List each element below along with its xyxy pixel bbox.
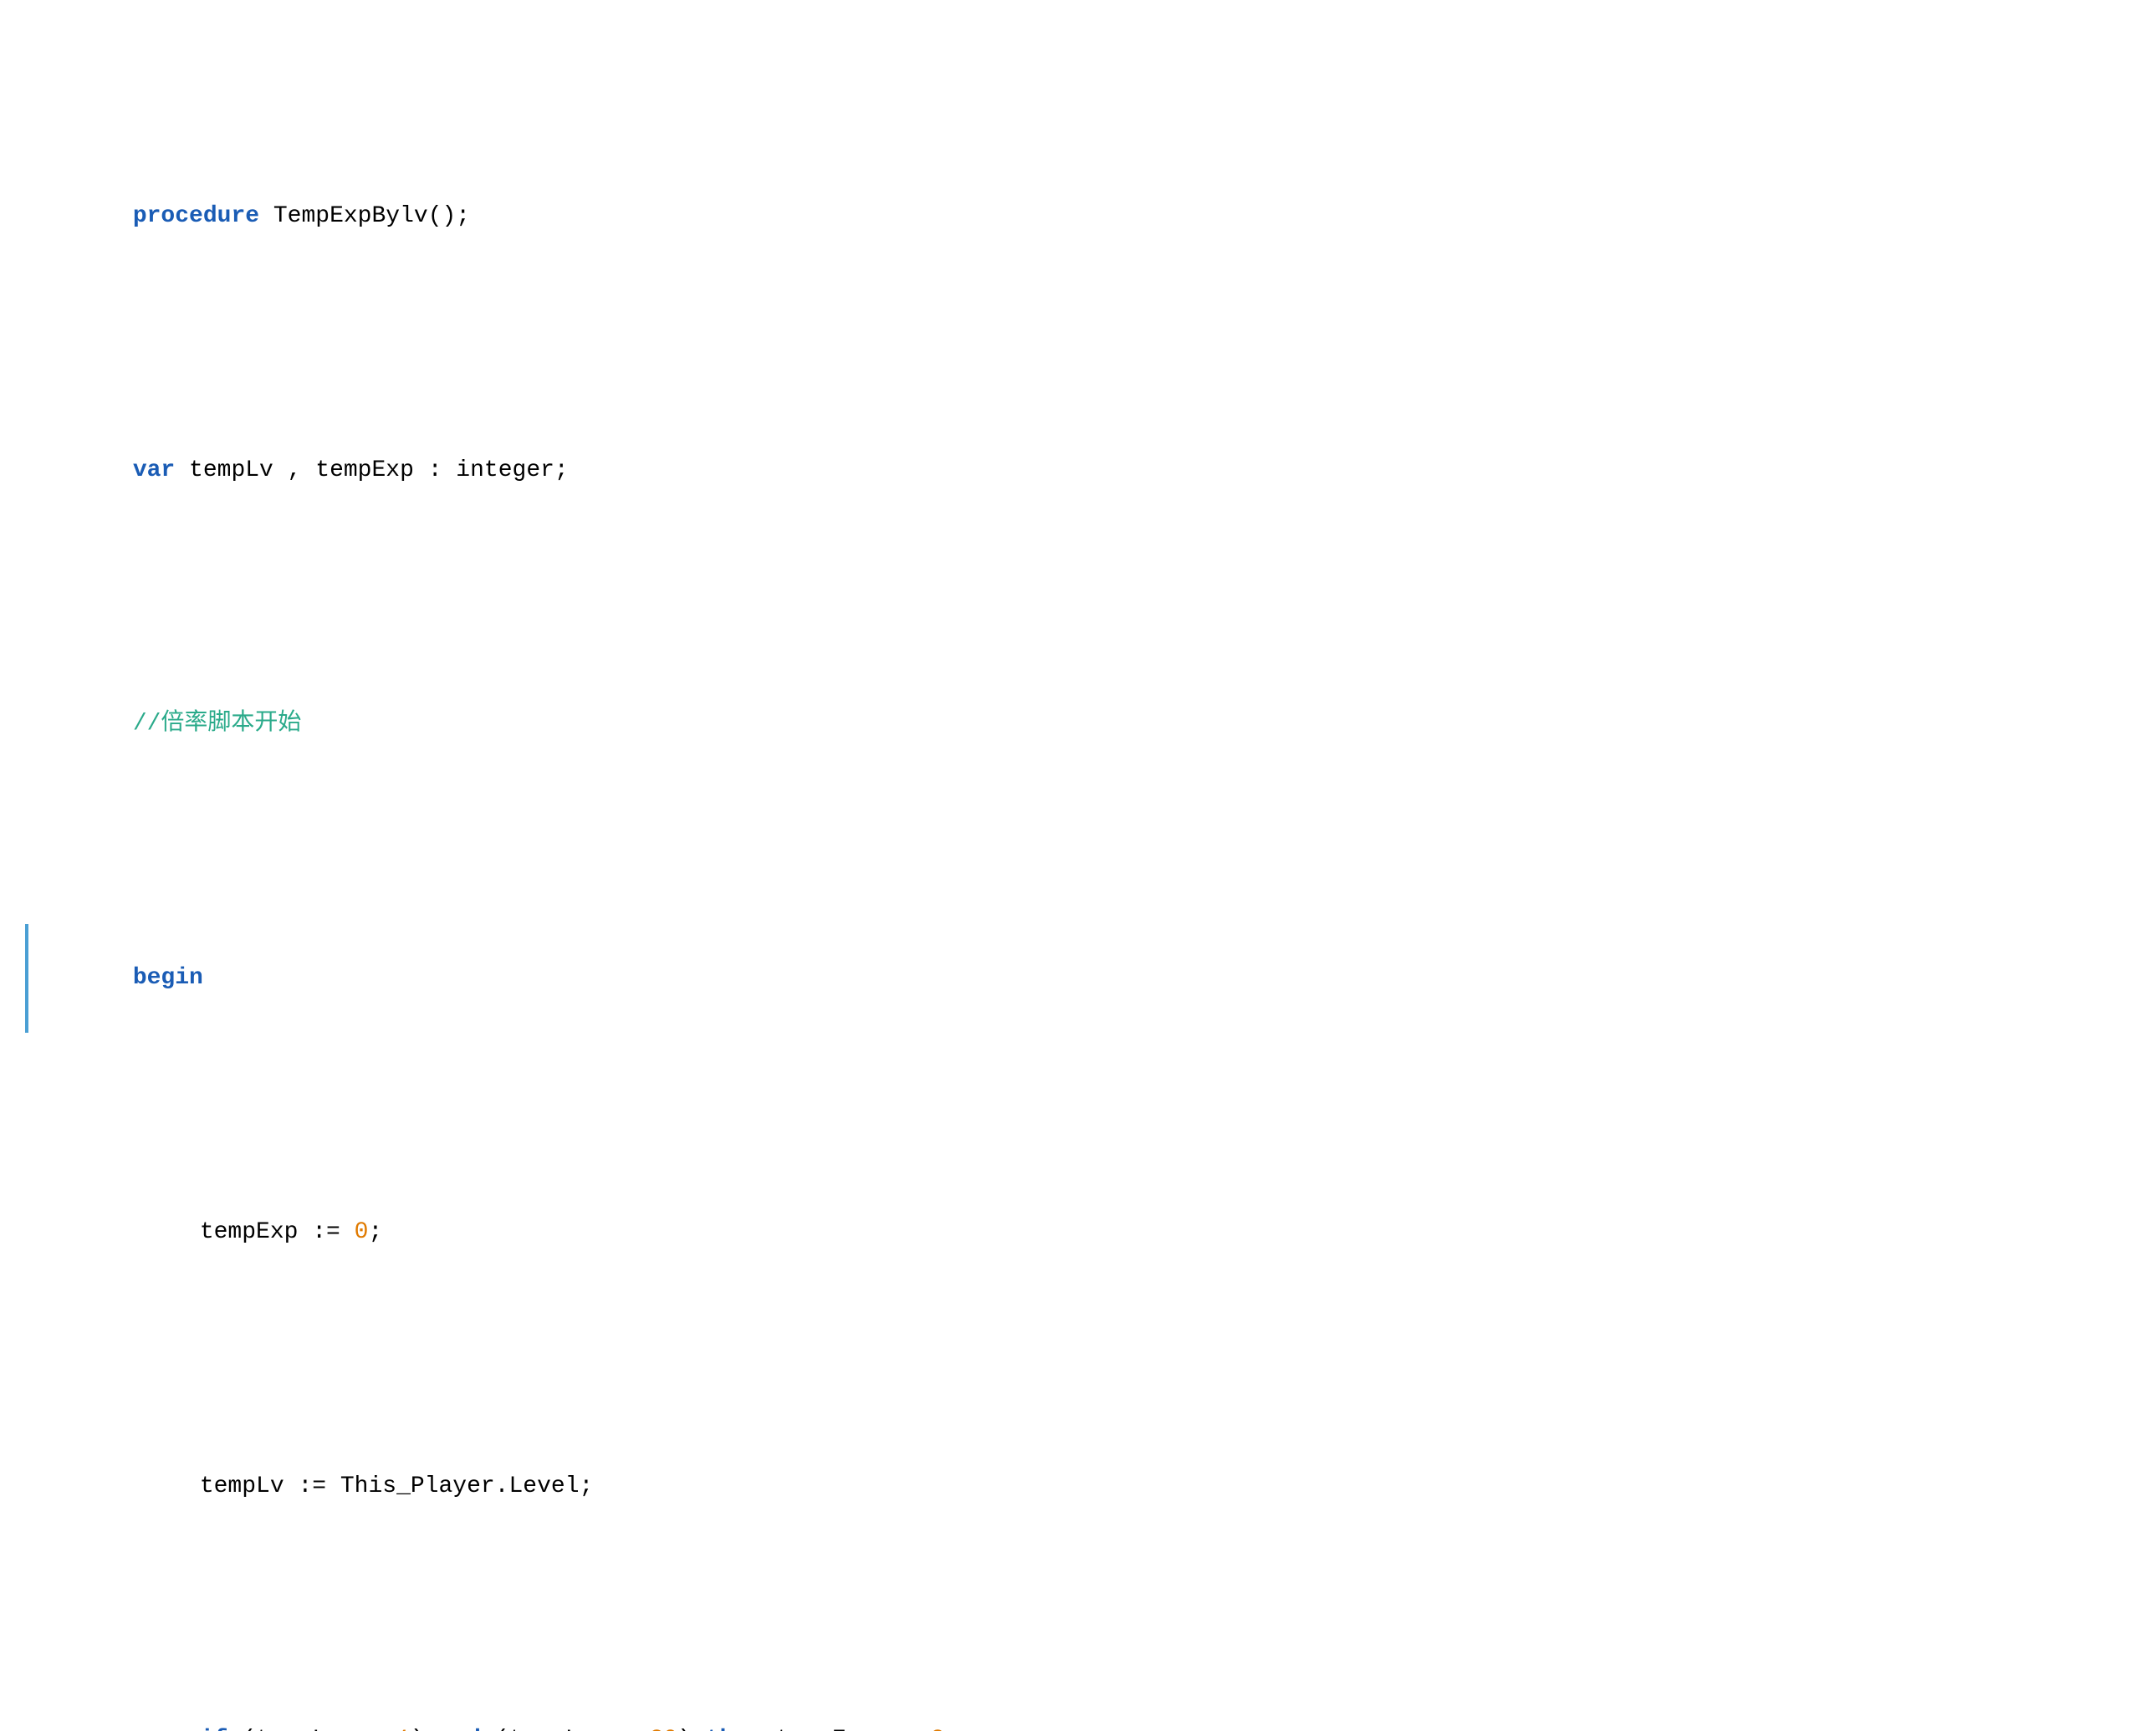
code-line-6: tempLv := This_Player.Level; (25, 1432, 2131, 1540)
line-2-content: var tempLv , tempExp : integer; (40, 416, 2131, 524)
keyword-and: and (439, 1727, 495, 1731)
code-line-3: //倍率脚本开始 (25, 670, 2131, 779)
gutter-4 (25, 924, 40, 1033)
line-4-content: begin (40, 924, 2131, 1033)
assign-templv: tempLv := This_Player.Level; (200, 1473, 593, 1499)
num-0: 0 (355, 1219, 369, 1245)
keyword-begin-outer: begin (133, 965, 203, 991)
code-editor: procedure TempExpBylv(); var tempLv , te… (25, 17, 2131, 1731)
keyword-then-1: then (706, 1727, 776, 1731)
code-line-4: begin (25, 924, 2131, 1033)
cond-open-2: (tempLv <= (495, 1727, 650, 1731)
func-parens: (); (428, 203, 470, 229)
keyword-procedure: procedure (133, 203, 273, 229)
assign-exp-2: tempExp := (776, 1727, 931, 1731)
code-line-7: if (tempLv >= 1) and (tempLv <= 39) then… (25, 1686, 2131, 1731)
cond-close-2: ) (677, 1727, 706, 1731)
func-name: TempExpBylv (273, 203, 428, 229)
semi-1: ; (368, 1219, 382, 1245)
line-1-content: procedure TempExpBylv(); (40, 162, 2131, 271)
keyword-if-1: if (200, 1727, 242, 1731)
line-7-content: if (tempLv >= 1) and (tempLv <= 39) then… (40, 1686, 2131, 1731)
num-39: 39 (650, 1727, 678, 1731)
cond-open-1: (tempLv >= (242, 1727, 396, 1731)
num-1: 1 (396, 1727, 411, 1731)
code-line-5: tempExp := 0; (25, 1178, 2131, 1287)
cond-close-1: ) (411, 1727, 439, 1731)
gutter-mark-4 (25, 924, 28, 1033)
code-line-2: var tempLv , tempExp : integer; (25, 416, 2131, 524)
keyword-var: var (133, 457, 189, 483)
assign-tempexp: tempExp := (200, 1219, 355, 1245)
line-6-content: tempLv := This_Player.Level; (40, 1432, 2131, 1540)
line-3-content: //倍率脚本开始 (40, 670, 2131, 779)
num-2: 2 (931, 1727, 945, 1731)
line-5-content: tempExp := 0; (40, 1178, 2131, 1287)
comment-start: //倍率脚本开始 (133, 711, 302, 737)
var-decl: tempLv , tempExp : integer; (189, 457, 569, 483)
code-line-1: procedure TempExpBylv(); (25, 162, 2131, 271)
